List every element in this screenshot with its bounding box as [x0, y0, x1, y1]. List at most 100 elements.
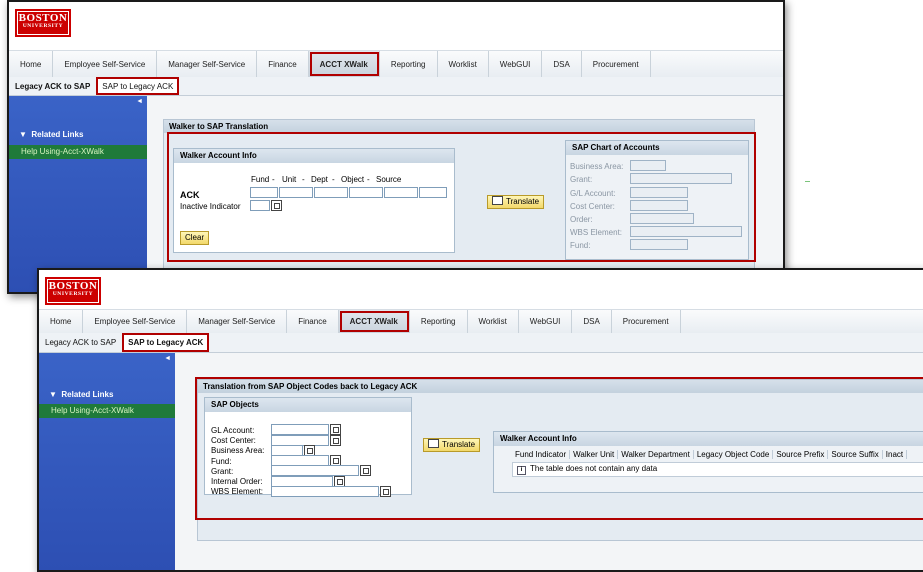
tab-acct-xwalk[interactable]: ACCT XWalk [338, 310, 410, 333]
tab-reporting[interactable]: Reporting [380, 51, 438, 77]
clear-button[interactable]: Clear [180, 231, 210, 245]
inactive-indicator-label: Inactive Indicator [180, 202, 241, 211]
subtab-legacy-ack-to-sap[interactable]: Legacy ACK to SAP [9, 77, 96, 95]
logo-line2: UNIVERSITY [52, 291, 94, 297]
grant-field [630, 173, 732, 184]
ack-fund-input[interactable] [250, 187, 278, 198]
tab-procurement[interactable]: Procurement [582, 51, 651, 77]
business-area-label: Business Area: [211, 446, 265, 455]
help-link[interactable]: Help Using-Acct-XWalk [9, 145, 147, 159]
fund-label: Fund: [211, 457, 232, 466]
tab-worklist[interactable]: Worklist [468, 310, 519, 333]
translate-icon [492, 196, 503, 205]
col-fund-indicator[interactable]: Fund Indicator [512, 450, 571, 459]
tab-webgui[interactable]: WebGUI [519, 310, 573, 333]
col-inactive[interactable]: Inact [883, 450, 908, 459]
sub-nav: Legacy ACK to SAP SAP to Legacy ACK [39, 333, 923, 353]
ack-unit-input[interactable] [279, 187, 313, 198]
empty-table-message: The table does not contain any data [530, 464, 658, 473]
translate-button[interactable]: Translate [423, 438, 481, 452]
inactive-indicator-input[interactable] [250, 200, 270, 211]
walker-account-info-box: Walker Account Info Fund - Unit - Dept -… [173, 148, 455, 253]
boston-university-logo[interactable]: BOSTON UNIVERSITY [15, 9, 71, 37]
sap-objects-box: SAP Objects GL Account: Cost Center: Bus… [204, 397, 412, 497]
segment-dept-label: Dept [311, 175, 328, 184]
tab-worklist[interactable]: Worklist [438, 51, 489, 77]
collapse-icon[interactable]: ◄ [164, 355, 171, 362]
tab-procurement[interactable]: Procurement [612, 310, 681, 333]
tab-home[interactable]: Home [39, 310, 84, 333]
collapse-icon[interactable]: ◄ [136, 98, 143, 105]
order-label: Order: [570, 215, 593, 224]
tab-reporting[interactable]: Reporting [410, 310, 468, 333]
sap-chart-of-accounts-box: SAP Chart of Accounts Business Area: Gra… [565, 140, 749, 260]
tab-finance[interactable]: Finance [257, 51, 309, 77]
col-walker-department[interactable]: Walker Department [618, 450, 694, 459]
portal-header: BOSTON UNIVERSITY [39, 270, 923, 310]
related-links-header[interactable]: ▼ Related Links [49, 390, 113, 399]
tab-home[interactable]: Home [9, 51, 54, 77]
empty-table-row: i The table does not contain any data [512, 462, 923, 477]
top-nav: Home Employee Self-Service Manager Self-… [39, 309, 923, 334]
wbs-element-input[interactable] [271, 486, 379, 497]
gl-account-label: G/L Account: [570, 189, 616, 198]
tab-employee-self-service[interactable]: Employee Self-Service [53, 51, 158, 77]
stray-mark [805, 181, 810, 182]
table-header: Fund Indicator Walker Unit Walker Depart… [512, 450, 908, 459]
fund-label: Fund: [570, 241, 591, 250]
subtab-sap-to-legacy-ack[interactable]: SAP to Legacy ACK [96, 77, 180, 95]
translate-button[interactable]: Translate [487, 195, 545, 209]
wbs-element-field [630, 226, 742, 237]
translate-label: Translate [442, 440, 476, 449]
segment-unit-label: Unit [282, 175, 297, 184]
tab-acct-xwalk[interactable]: ACCT XWalk [308, 51, 380, 77]
tab-employee-self-service[interactable]: Employee Self-Service [83, 310, 188, 333]
gl-account-field [630, 187, 688, 198]
walker-account-info-title: Walker Account Info [494, 432, 923, 446]
segment-sep: - [332, 175, 335, 184]
related-links-label: Related Links [61, 390, 114, 399]
ack-label: ACK [180, 190, 200, 200]
related-links-header[interactable]: ▼ Related Links [19, 130, 83, 139]
ack-object-input[interactable] [349, 187, 383, 198]
boston-university-logo[interactable]: BOSTON UNIVERSITY [45, 277, 101, 305]
translate-icon [428, 439, 439, 448]
sap-objects-title: SAP Objects [205, 398, 411, 412]
value-help-icon[interactable] [330, 424, 341, 435]
walker-account-info-box: Walker Account Info Fund Indicator Walke… [493, 431, 923, 493]
subtab-sap-to-legacy-ack[interactable]: SAP to Legacy ACK [122, 333, 210, 352]
top-nav: Home Employee Self-Service Manager Self-… [9, 50, 783, 78]
help-link[interactable]: Help Using-Acct-XWalk [39, 404, 175, 418]
subtab-legacy-ack-to-sap[interactable]: Legacy ACK to SAP [39, 333, 122, 352]
col-legacy-object-code[interactable]: Legacy Object Code [694, 450, 774, 459]
value-help-icon[interactable] [380, 486, 391, 497]
ack-source-input[interactable] [384, 187, 418, 198]
tab-webgui[interactable]: WebGUI [489, 51, 543, 77]
grant-input[interactable] [271, 465, 359, 476]
segment-sep: - [302, 175, 305, 184]
value-help-icon[interactable] [360, 465, 371, 476]
tab-dsa[interactable]: DSA [542, 51, 582, 77]
tab-manager-self-service[interactable]: Manager Self-Service [157, 51, 258, 77]
tab-manager-self-service[interactable]: Manager Self-Service [187, 310, 288, 333]
tab-finance[interactable]: Finance [287, 310, 339, 333]
col-source-suffix[interactable]: Source Suffix [828, 450, 883, 459]
grant-label: Grant: [211, 467, 234, 476]
tab-dsa[interactable]: DSA [572, 310, 612, 333]
order-field [630, 213, 694, 224]
ack-dept-input[interactable] [314, 187, 348, 198]
wbs-element-label: WBS Element: [211, 487, 264, 496]
value-help-icon[interactable] [330, 435, 341, 446]
business-area-field [630, 160, 666, 171]
col-source-prefix[interactable]: Source Prefix [773, 450, 829, 459]
wbs-element-label: WBS Element: [570, 228, 623, 237]
sub-nav: Legacy ACK to SAP SAP to Legacy ACK [9, 77, 783, 96]
content-area: Translation from SAP Object Codes back t… [175, 353, 923, 570]
gl-account-input[interactable] [271, 424, 329, 435]
segment-object-label: Object [341, 175, 365, 184]
content-area: Walker to SAP Translation Walker Account… [147, 96, 783, 292]
ack-suffix-input[interactable] [419, 187, 447, 198]
col-walker-unit[interactable]: Walker Unit [570, 450, 619, 459]
value-help-icon[interactable] [271, 200, 282, 211]
sidebar: ◄ ▼ Related Links Help Using-Acct-XWalk [39, 353, 175, 570]
